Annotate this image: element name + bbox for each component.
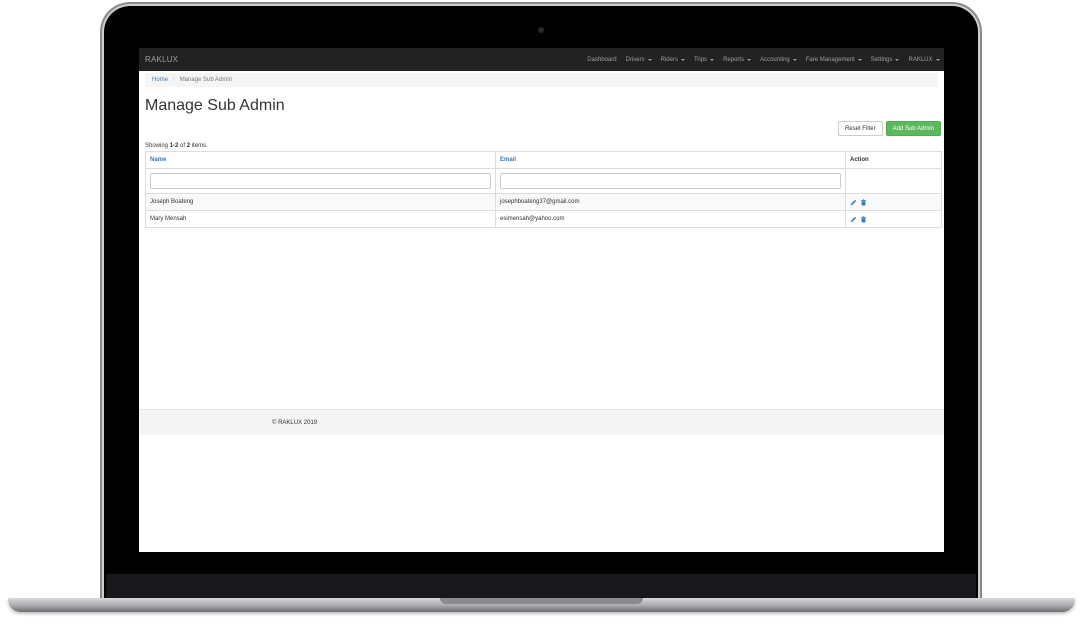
nav-item-drivers[interactable]: Drivers — [621, 48, 656, 71]
reset-filter-button[interactable]: Reset Filter — [837, 121, 883, 136]
footer-copyright: © RAKLUX 2019 — [272, 419, 318, 426]
caret-down-icon — [680, 58, 685, 61]
laptop-base-notch — [440, 598, 643, 604]
nav-item-label: Fare Management — [805, 56, 855, 63]
summary-suffix: items. — [190, 143, 208, 149]
nav-item-label: Settings — [870, 56, 893, 63]
caret-down-icon — [710, 58, 715, 61]
nav-item-label: Reports — [723, 56, 745, 63]
caret-down-icon — [857, 58, 862, 61]
brand-link[interactable]: RAKLUX — [145, 55, 178, 64]
nav-item-label: Trips — [693, 56, 708, 63]
breadcrumb: Home / Manage Sub Admin — [145, 73, 938, 87]
filter-cell-email — [495, 168, 846, 194]
caret-down-icon — [647, 58, 652, 61]
filter-row — [145, 168, 942, 194]
nav-item-riders[interactable]: Riders — [656, 48, 689, 71]
action-cell — [845, 193, 942, 211]
toolbar: Reset Filter Add Sub Admin — [837, 121, 941, 136]
caret-down-icon — [792, 58, 797, 61]
pencil-icon[interactable] — [850, 216, 857, 223]
footer: © RAKLUX 2019 — [139, 409, 944, 435]
nav-item-accounting[interactable]: Accounting — [756, 48, 802, 71]
email-cell: esimensah@yahoo.com — [495, 210, 846, 228]
nav-item-reports[interactable]: Reports — [719, 48, 756, 71]
summary-prefix: Showing — [145, 143, 170, 149]
name-cell: Joseph Boateng — [145, 193, 496, 211]
nav-item-trips[interactable]: Trips — [689, 48, 718, 71]
table-row: Joseph Boateng josephboateng37@gmail.com — [145, 193, 942, 211]
nav-item-label: Dashboard — [587, 56, 617, 63]
email-filter-input[interactable] — [500, 173, 841, 189]
nav-item-label: Riders — [660, 56, 678, 63]
camera — [538, 27, 544, 33]
breadcrumb-separator: / — [173, 77, 175, 83]
caret-down-icon — [935, 58, 940, 61]
breadcrumb-home-link[interactable]: Home — [152, 77, 168, 83]
summary-text: Showing 1-2 of 2 items. — [145, 143, 208, 149]
summary-mid: of — [178, 143, 187, 149]
nav-item-settings[interactable]: Settings — [866, 48, 904, 71]
pencil-icon[interactable] — [850, 199, 857, 206]
caret-down-icon — [895, 58, 900, 61]
column-header-email[interactable]: Email — [495, 151, 846, 169]
column-header-action: Action — [845, 151, 942, 169]
nav-item-label: Drivers — [625, 56, 645, 63]
caret-down-icon — [747, 58, 752, 61]
name-filter-input[interactable] — [150, 173, 491, 189]
trash-icon[interactable] — [860, 215, 867, 223]
email-cell: josephboateng37@gmail.com — [495, 193, 846, 211]
add-sub-admin-button[interactable]: Add Sub Admin — [885, 121, 941, 136]
nav-menu: Dashboard Drivers Riders Trips Reports A… — [583, 48, 944, 71]
trash-icon[interactable] — [860, 198, 867, 206]
table-row: Mary Mensah esimensah@yahoo.com — [145, 210, 942, 228]
nav-item-fare-management[interactable]: Fare Management — [801, 48, 866, 71]
column-header-name[interactable]: Name — [145, 151, 496, 169]
nav-item-user-menu[interactable]: RAKLUX — [904, 48, 944, 71]
breadcrumb-current: Manage Sub Admin — [179, 77, 233, 83]
screen: RAKLUX Dashboard Drivers Riders Trips Re… — [139, 48, 944, 552]
sub-admin-table: Name Email Action Joseph Boateng josephb… — [145, 151, 942, 228]
nav-item-dashboard[interactable]: Dashboard — [583, 48, 621, 71]
action-cell — [845, 210, 942, 228]
filter-cell-action — [845, 168, 942, 194]
navbar: RAKLUX Dashboard Drivers Riders Trips Re… — [139, 48, 944, 71]
table-header-row: Name Email Action — [145, 151, 942, 169]
nav-item-label: Accounting — [760, 56, 790, 63]
nav-item-label: RAKLUX — [908, 56, 933, 63]
page-title: Manage Sub Admin — [145, 97, 285, 114]
filter-cell-name — [145, 168, 496, 194]
name-cell: Mary Mensah — [145, 210, 496, 228]
